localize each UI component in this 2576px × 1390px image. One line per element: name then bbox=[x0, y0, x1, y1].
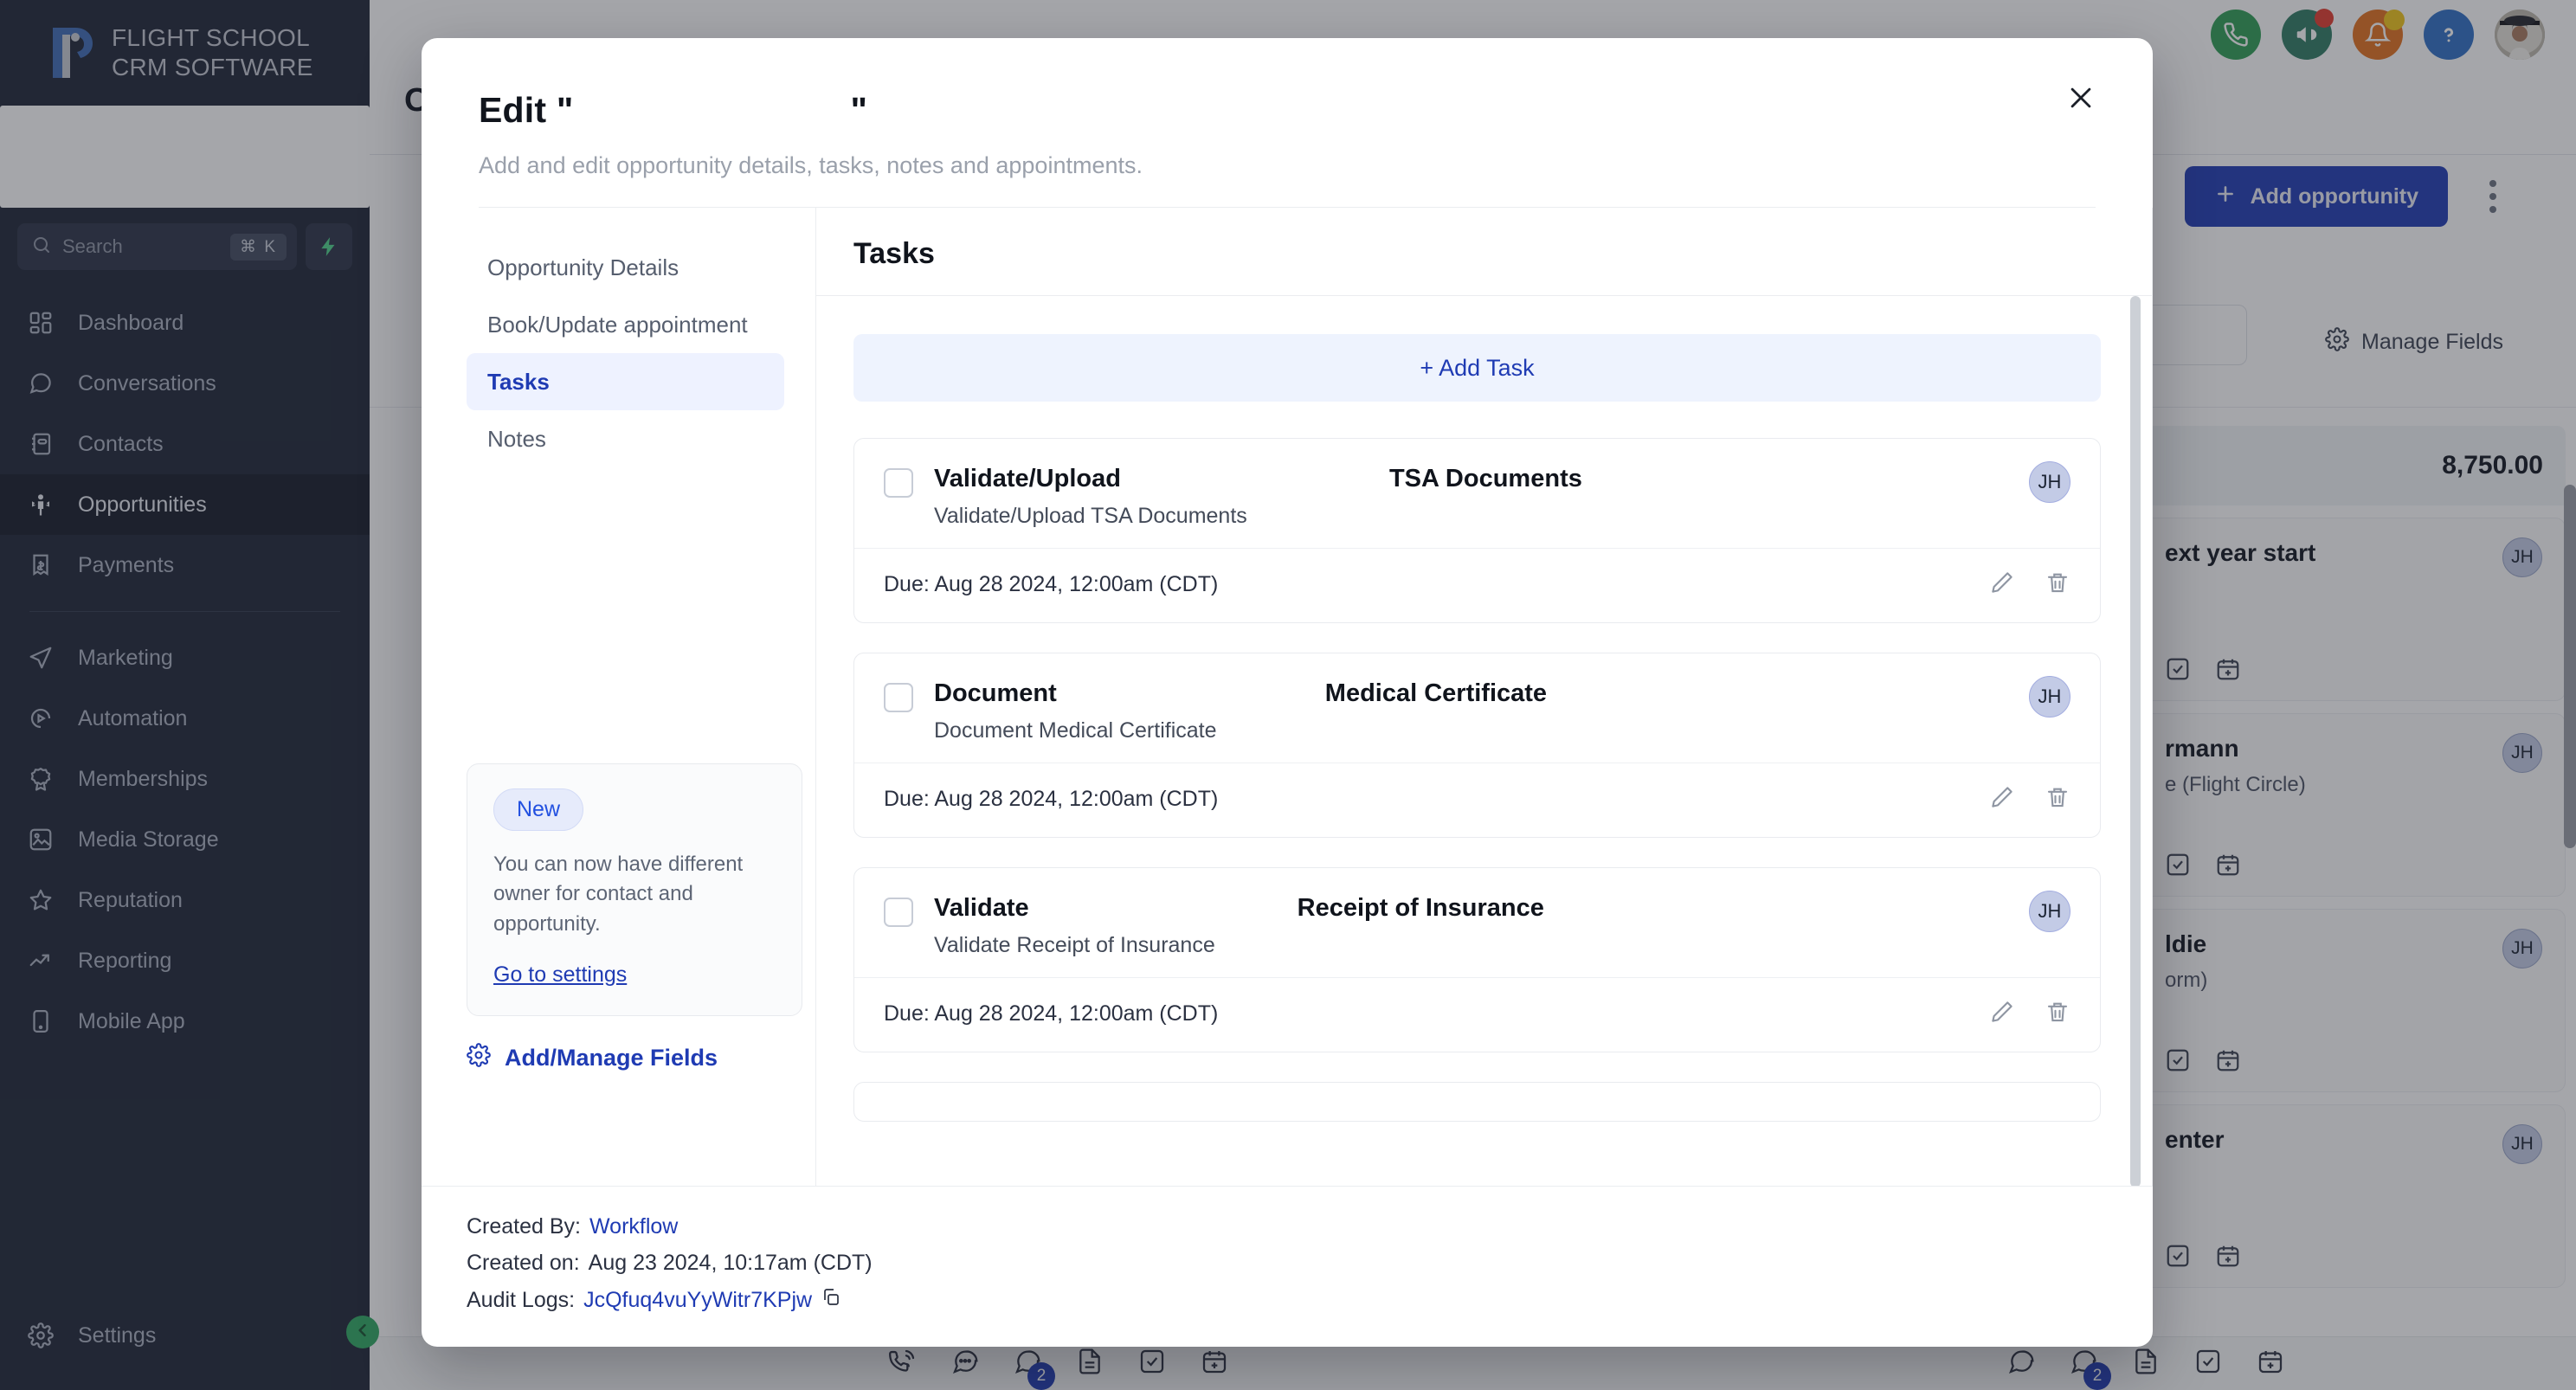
copy-icon[interactable] bbox=[821, 1287, 841, 1314]
trash-icon[interactable] bbox=[2045, 999, 2070, 1029]
close-icon[interactable] bbox=[2061, 78, 2101, 118]
modal-title-suffix: " bbox=[850, 90, 868, 130]
gear-icon bbox=[467, 1043, 491, 1073]
task-titles: Document Medical Certificate Document Med… bbox=[934, 679, 2070, 743]
tasks-scrollbar[interactable] bbox=[2130, 296, 2141, 1186]
task-actions bbox=[1989, 784, 2070, 814]
task-title-suffix: TSA Documents bbox=[1388, 465, 1582, 492]
tasks-scroll-area: + Add Task Validate/Upload TSA Documents … bbox=[815, 296, 2153, 1186]
tab-label: Tasks bbox=[487, 368, 550, 395]
avatar: JH bbox=[2029, 676, 2070, 718]
task-card[interactable]: Validate/Upload TSA Documents Validate/Up… bbox=[853, 438, 2101, 623]
modal-title: Edit " " bbox=[479, 90, 2096, 131]
audit-logs-row: Audit Logs: JcQfuq4vuYyWitr7KPjw bbox=[467, 1287, 2153, 1314]
task-due-date: Due: Aug 28 2024, 12:00am (CDT) bbox=[884, 1001, 1219, 1026]
status-badge: New bbox=[493, 788, 584, 831]
app-root: O Add opportunity Manage Fields 8,750.00… bbox=[0, 0, 2576, 1390]
tab-tasks[interactable]: Tasks bbox=[467, 353, 784, 410]
created-by-row: Created By: Workflow bbox=[467, 1214, 2153, 1239]
task-titles: Validate Receipt of Insurance Validate Re… bbox=[934, 894, 2070, 958]
task-description: Validate/Upload TSA Documents bbox=[934, 504, 1247, 528]
created-on-label: Created on: bbox=[467, 1251, 580, 1275]
modal-nav: Opportunity Details Book/Update appointm… bbox=[422, 208, 815, 1186]
edit-opportunity-modal: Edit " " Add and edit opportunity details… bbox=[422, 38, 2153, 1347]
task-footer: Due: Aug 28 2024, 12:00am (CDT) bbox=[854, 763, 2100, 837]
modal-title-prefix: Edit " bbox=[479, 90, 574, 130]
tab-notes[interactable]: Notes bbox=[467, 410, 784, 467]
task-titles: Validate/Upload TSA Documents Validate/Up… bbox=[934, 465, 2070, 529]
divider bbox=[2152, 208, 2153, 1186]
task-footer: Due: Aug 28 2024, 12:00am (CDT) bbox=[854, 978, 2100, 1052]
task-checkbox[interactable] bbox=[884, 898, 913, 927]
tasks-heading: Tasks bbox=[853, 237, 935, 270]
tab-opportunity-details[interactable]: Opportunity Details bbox=[467, 239, 784, 296]
task-checkbox[interactable] bbox=[884, 468, 913, 498]
modal-footer: Created By: Workflow Created on: Aug 23 … bbox=[422, 1186, 2153, 1347]
task-title-suffix: Medical Certificate bbox=[1324, 679, 1548, 707]
task-footer: Due: Aug 28 2024, 12:00am (CDT) bbox=[854, 549, 2100, 622]
modal-header: Edit " " Add and edit opportunity details… bbox=[422, 38, 2153, 208]
created-by-label: Created By: bbox=[467, 1214, 582, 1239]
pencil-icon[interactable] bbox=[1989, 784, 2015, 814]
tab-label: Opportunity Details bbox=[487, 254, 679, 280]
task-title: Validate Receipt of Insurance bbox=[934, 894, 2070, 923]
promo-card: New You can now have different owner for… bbox=[467, 763, 802, 1016]
modal-body: Opportunity Details Book/Update appointm… bbox=[422, 208, 2153, 1186]
task-header: Validate/Upload TSA Documents Validate/Up… bbox=[854, 439, 2100, 548]
created-on-value: Aug 23 2024, 10:17am (CDT) bbox=[588, 1251, 873, 1275]
task-card[interactable]: Document Medical Certificate Document Med… bbox=[853, 653, 2101, 838]
add-manage-fields-label: Add/Manage Fields bbox=[505, 1045, 718, 1071]
add-manage-fields-link[interactable]: Add/Manage Fields bbox=[467, 1043, 718, 1073]
trash-icon[interactable] bbox=[2045, 784, 2070, 814]
task-actions bbox=[1989, 570, 2070, 600]
task-due-date: Due: Aug 28 2024, 12:00am (CDT) bbox=[884, 572, 1219, 596]
task-header: Document Medical Certificate Document Med… bbox=[854, 653, 2100, 763]
pencil-icon[interactable] bbox=[1989, 570, 2015, 600]
task-due-date: Due: Aug 28 2024, 12:00am (CDT) bbox=[884, 787, 1219, 811]
task-actions bbox=[1989, 999, 2070, 1029]
tasks-panel: Tasks + Add Task Validate/Upload TSA Docu… bbox=[815, 208, 2153, 1186]
task-title-prefix: Validate bbox=[934, 894, 1029, 922]
modal-subtitle: Add and edit opportunity details, tasks,… bbox=[479, 152, 1143, 178]
task-description: Validate Receipt of Insurance bbox=[934, 933, 1215, 957]
tab-label: Notes bbox=[487, 425, 546, 452]
task-title-prefix: Document bbox=[934, 679, 1057, 707]
add-task-label: + Add Task bbox=[1420, 354, 1535, 381]
task-title: Document Medical Certificate bbox=[934, 679, 2070, 708]
created-by-value[interactable]: Workflow bbox=[589, 1214, 678, 1239]
avatar: JH bbox=[2029, 461, 2070, 503]
task-title-prefix: Validate/Upload bbox=[934, 465, 1121, 492]
task-header: Validate Receipt of Insurance Validate Re… bbox=[854, 868, 2100, 977]
add-task-button[interactable]: + Add Task bbox=[853, 334, 2101, 402]
avatar: JH bbox=[2029, 891, 2070, 932]
task-description: Document Medical Certificate bbox=[934, 718, 1217, 743]
pencil-icon[interactable] bbox=[1989, 999, 2015, 1029]
task-card[interactable] bbox=[853, 1082, 2101, 1122]
audit-logs-label: Audit Logs: bbox=[467, 1288, 576, 1312]
task-title-suffix: Receipt of Insurance bbox=[1297, 894, 1544, 922]
task-checkbox[interactable] bbox=[884, 683, 913, 712]
task-card[interactable]: Validate Receipt of Insurance Validate Re… bbox=[853, 867, 2101, 1052]
audit-logs-value[interactable]: JcQfuq4vuYyWitr7KPjw bbox=[583, 1288, 812, 1313]
go-to-settings-link[interactable]: Go to settings bbox=[493, 962, 627, 988]
trash-icon[interactable] bbox=[2045, 570, 2070, 600]
task-title: Validate/Upload TSA Documents bbox=[934, 465, 2070, 493]
created-on-row: Created on: Aug 23 2024, 10:17am (CDT) bbox=[467, 1251, 2153, 1276]
promo-text: You can now have different owner for con… bbox=[493, 852, 744, 936]
tab-book-update-appointment[interactable]: Book/Update appointment bbox=[467, 296, 784, 353]
tab-label: Book/Update appointment bbox=[487, 311, 748, 338]
